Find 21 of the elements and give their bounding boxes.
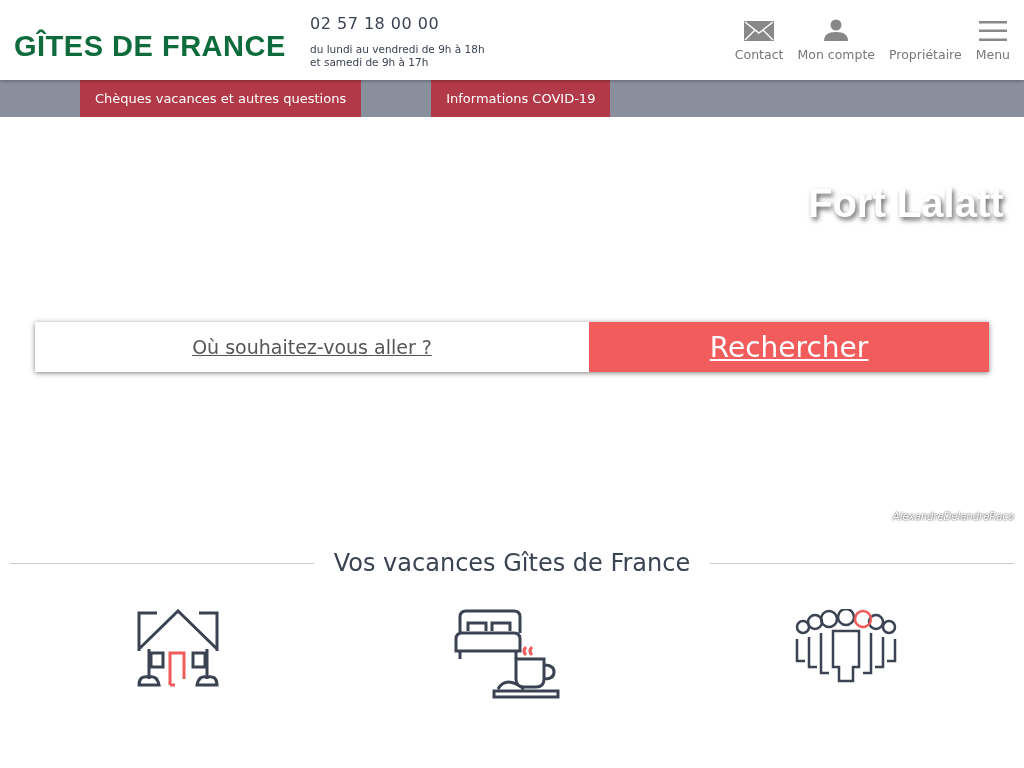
person-icon — [824, 18, 849, 41]
banner-link[interactable]: Informations COVID-19 — [431, 80, 611, 117]
nav-link[interactable]: Contact — [734, 20, 784, 62]
menu-icon — [978, 20, 1007, 41]
house-icon — [137, 609, 219, 687]
banner-link[interactable]: Chèques vacances et autres questions — [80, 80, 362, 117]
nav-link[interactable]: Mon compte — [797, 18, 875, 62]
opening-hours: et samedi de 9h à 17h — [310, 55, 430, 69]
opening-hours: du lundi au vendredi de 9h à 18h — [310, 42, 486, 56]
search-button[interactable]: Rechercher — [589, 322, 989, 372]
section-title: Vos vacances Gîtes de France — [333, 549, 691, 577]
photo-credit: AlexandreDelandreRaco — [892, 511, 1014, 522]
envelope-icon — [744, 20, 775, 41]
destination-field[interactable]: Où souhaitez-vous aller ? — [35, 322, 589, 372]
phone-number: 02 57 18 00 00 — [310, 13, 441, 33]
logo-text[interactable]: GÎTES DE FRANCE — [14, 17, 310, 63]
bed-and-breakfast-icon — [454, 609, 560, 699]
group-of-people-icon — [795, 609, 897, 683]
hero-title: Fort Lalatt — [808, 181, 1004, 226]
nav-link[interactable]: Propriétaire — [889, 18, 962, 62]
nav-link[interactable]: Menu — [975, 20, 1010, 62]
